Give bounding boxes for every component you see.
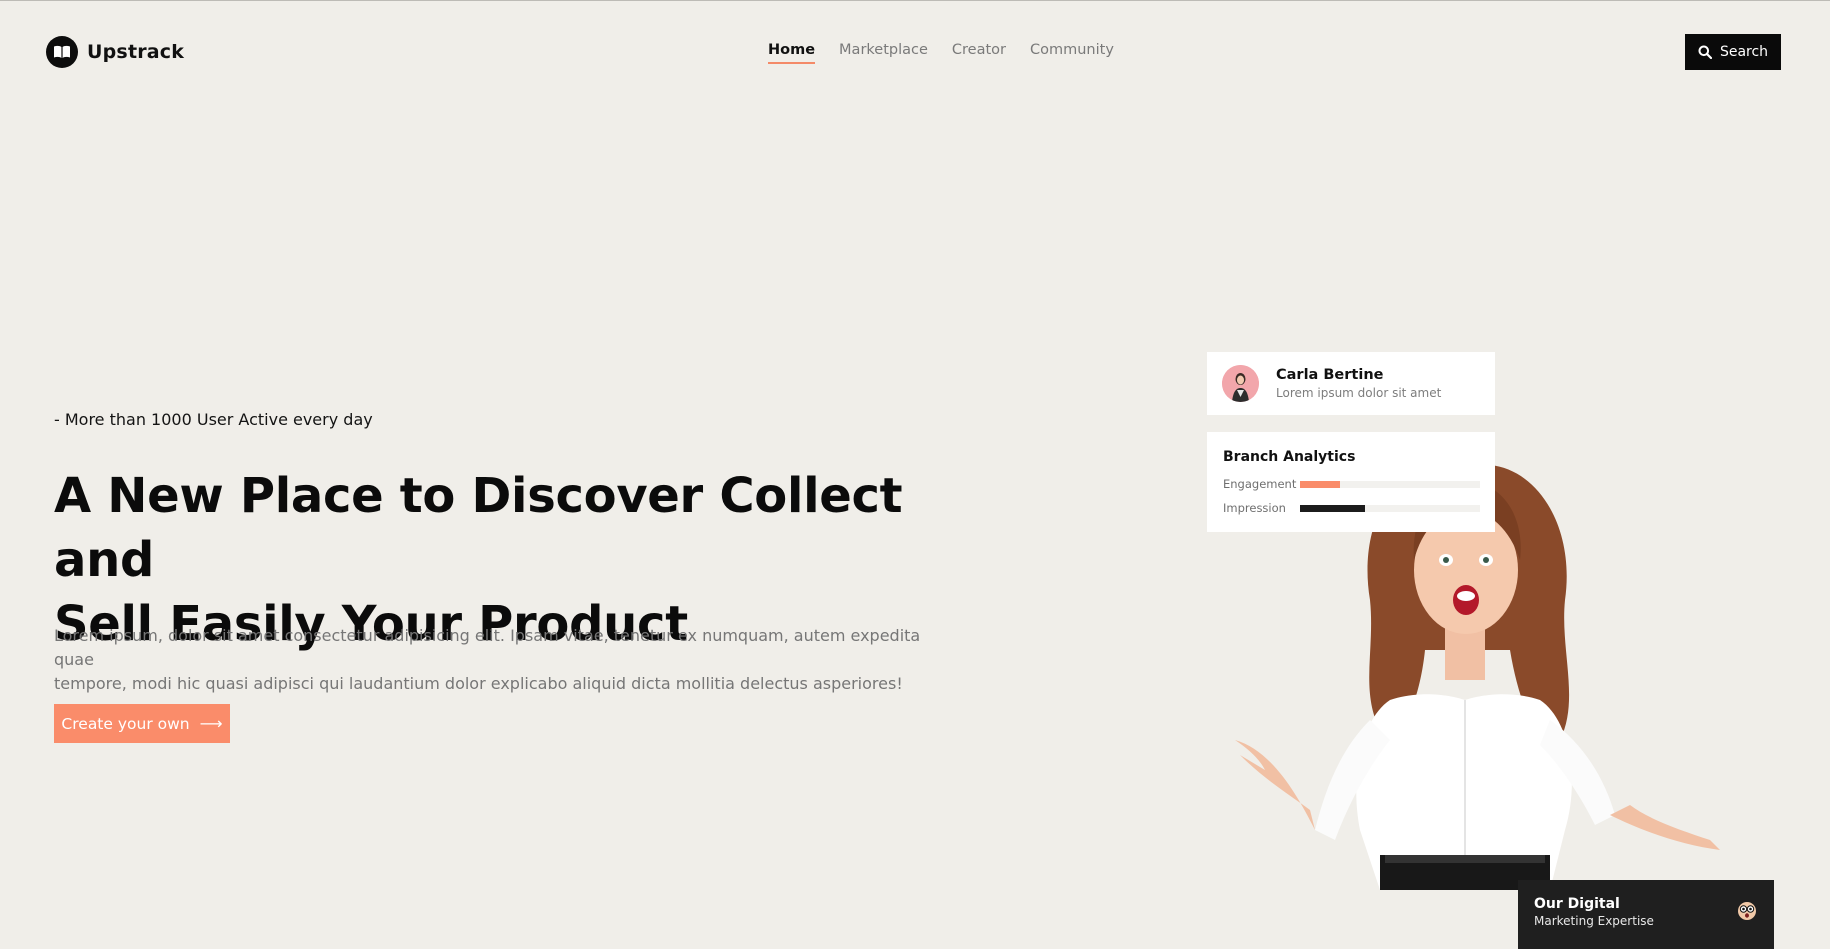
hero-description: Lorem ipsum, dolor sit amet consectetur … [54,624,934,696]
cta-label: Create your own [61,714,190,733]
headline-line-1: A New Place to Discover Collect and [54,468,903,588]
profile-card[interactable]: Carla Bertine Lorem ipsum dolor sit amet [1207,352,1495,415]
description-line-1: Lorem ipsum, dolor sit amet consectetur … [54,626,921,669]
brand-name: Upstrack [87,41,185,63]
profile-text: Carla Bertine Lorem ipsum dolor sit amet [1276,367,1441,400]
avatar [1222,365,1259,402]
nav-item-creator[interactable]: Creator [952,42,1006,63]
impression-bar-fill [1300,504,1365,512]
create-your-own-button[interactable]: Create your own ⟶ [54,704,230,743]
promo-card[interactable]: Our Digital Marketing Expertise [1518,880,1774,949]
engagement-bar-track [1300,480,1480,488]
main-nav: Home Marketplace Creator Community [768,42,1138,64]
analytics-title: Branch Analytics [1223,449,1356,465]
profile-subtitle: Lorem ipsum dolor sit amet [1276,386,1442,400]
nav-item-home[interactable]: Home [768,42,816,64]
metric-label: Impression [1223,501,1286,515]
branch-analytics-card: Branch Analytics Engagement Impression [1207,432,1495,532]
search-label: Search [1719,44,1769,60]
top-border [0,0,1830,1]
search-icon [1698,45,1712,59]
nav-item-marketplace[interactable]: Marketplace [839,42,928,63]
metric-engagement: Engagement [1223,472,1495,496]
metric-impression: Impression [1223,496,1495,520]
engagement-bar-fill [1300,480,1340,488]
arrow-right-icon: ⟶ [199,714,223,733]
profile-name: Carla Bertine [1276,367,1384,383]
landing-page: Upstrack Home Marketplace Creator Commun… [0,0,1830,949]
emoji-face-icon [1738,902,1756,920]
metric-label: Engagement [1223,477,1297,491]
hero-tagline: - More than 1000 User Active every day [54,410,373,429]
brand-logo[interactable]: Upstrack [46,36,184,68]
description-line-2: tempore, modi hic quasi adipisci qui lau… [54,674,903,693]
nav-item-community[interactable]: Community [1030,42,1114,63]
impression-bar-track [1300,504,1480,512]
search-button[interactable]: Search [1685,34,1781,70]
book-icon [46,36,78,68]
